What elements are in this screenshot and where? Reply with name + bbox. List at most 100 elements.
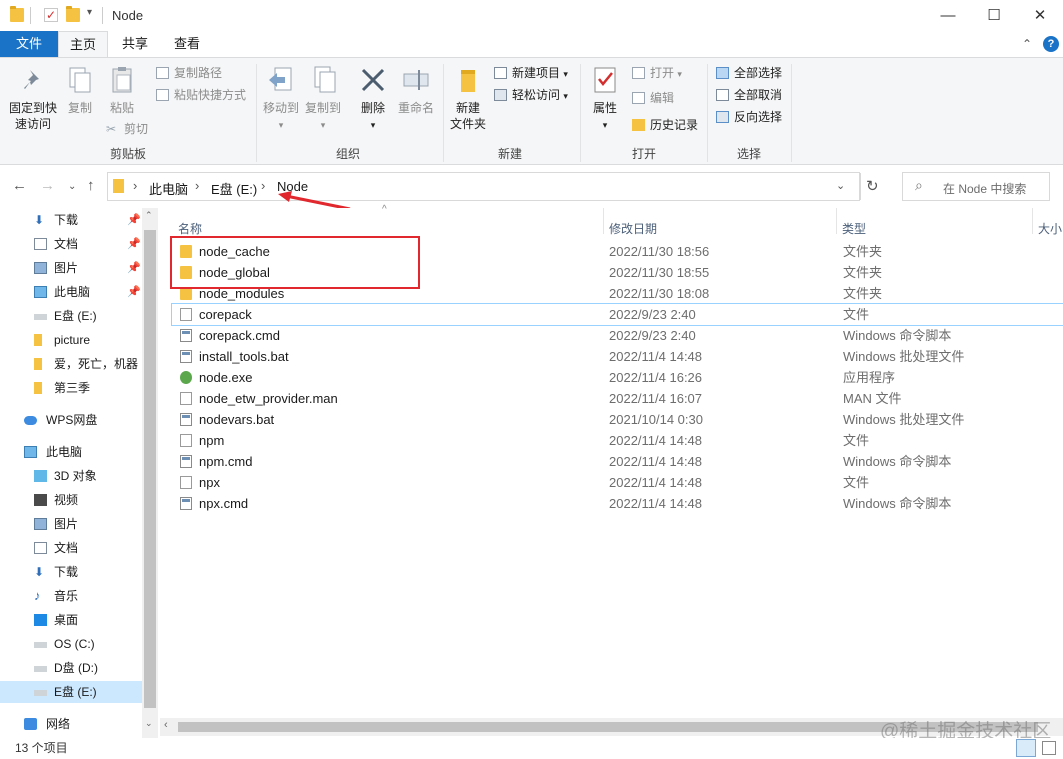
pin-icon[interactable]: 📌 [127, 281, 141, 303]
open-button[interactable]: 打开 ▾ [632, 64, 682, 82]
file-row[interactable]: corepack.cmd 2022/9/23 2:40 Windows 命令脚本 [172, 325, 1063, 346]
scroll-up-icon[interactable]: ⌃ [145, 210, 153, 221]
nav-item-this-pc-root[interactable]: 此电脑 [0, 441, 142, 463]
back-arrow-icon[interactable]: ← [12, 177, 27, 194]
file-row[interactable]: install_tools.bat 2022/11/4 14:48 Window… [172, 346, 1063, 367]
file-row[interactable]: npm.cmd 2022/11/4 14:48 Windows 命令脚本 [172, 451, 1063, 472]
maximize-button[interactable]: ☐ [971, 0, 1017, 31]
breadcrumb-drive-e[interactable]: E盘 (E:) [211, 179, 257, 198]
easy-access-button[interactable]: 轻松访问 ▾ [494, 86, 568, 104]
nav-item-pictures-2[interactable]: 图片 [0, 513, 142, 535]
file-type: Windows 命令脚本 [843, 328, 952, 343]
large-icons-view-icon[interactable] [1042, 741, 1056, 755]
file-date: 2022/11/4 14:48 [609, 433, 703, 448]
edit-button[interactable]: 编辑 [632, 89, 674, 107]
up-arrow-icon[interactable]: ↑ [87, 177, 95, 194]
column-header-size[interactable]: 大小 [1038, 220, 1062, 237]
move-to-button[interactable]: 移动到 ▾ [260, 64, 302, 133]
search-box[interactable]: ⌕ 在 Node 中搜索 [902, 172, 1050, 201]
desktop-icon [34, 614, 47, 626]
file-row[interactable]: nodevars.bat 2021/10/14 0:30 Windows 批处理… [172, 409, 1063, 430]
nav-item-documents[interactable]: 文档 📌 [0, 233, 142, 255]
paste-shortcut-button[interactable]: 粘贴快捷方式 [156, 86, 246, 104]
nav-item-downloads[interactable]: ⬇ 下载 📌 [0, 209, 142, 231]
new-folder-button[interactable]: 新建 文件夹 [446, 64, 490, 132]
scroll-left-icon[interactable]: ‹ [164, 719, 168, 731]
cut-button[interactable]: ✂ 剪切 [106, 120, 148, 138]
details-view-icon[interactable] [1016, 739, 1036, 757]
nav-item-drive-d[interactable]: D盘 (D:) [0, 657, 142, 679]
nav-item-wps-drive[interactable]: WPS网盘 [0, 409, 142, 431]
select-all-button[interactable]: 全部选择 [716, 64, 782, 82]
column-header-name[interactable]: 名称 [178, 220, 202, 237]
group-label-new: 新建 [497, 147, 522, 161]
copy-to-button[interactable]: 复制到 ▾ [302, 64, 344, 133]
column-header-date[interactable]: 修改日期 [609, 220, 657, 237]
nav-item-documents-2[interactable]: 文档 [0, 537, 142, 559]
chevron-right-icon[interactable]: › [133, 178, 137, 193]
nav-item-drive-c[interactable]: OS (C:) [0, 633, 142, 655]
nav-scrollbar-thumb[interactable] [144, 230, 156, 708]
invert-selection-button[interactable]: 反向选择 [716, 108, 782, 126]
minimize-button[interactable]: — [925, 0, 971, 31]
pin-icon[interactable]: 📌 [127, 257, 141, 279]
help-icon[interactable]: ? [1043, 36, 1059, 52]
tab-share[interactable]: 共享 [112, 31, 158, 57]
nav-item-network[interactable]: 网络 [0, 713, 142, 735]
file-row[interactable]: node_etw_provider.man 2022/11/4 16:07 MA… [172, 388, 1063, 409]
close-button[interactable]: ✕ [1017, 0, 1063, 31]
column-header-type[interactable]: 类型 [842, 220, 866, 237]
tab-view[interactable]: 查看 [164, 31, 210, 57]
properties-quick-icon[interactable]: ✓ [44, 8, 58, 22]
nav-item-season-3[interactable]: 第三季 [0, 377, 142, 399]
nav-item-pictures[interactable]: 图片 📌 [0, 257, 142, 279]
collapse-ribbon-icon[interactable]: ⌃ [1022, 37, 1032, 51]
breadcrumb-this-pc[interactable]: 此电脑 [149, 179, 188, 198]
nav-item-this-pc[interactable]: 此电脑 📌 [0, 281, 142, 303]
nav-item-drive-e[interactable]: E盘 (E:) [0, 305, 142, 327]
scroll-down-icon[interactable]: ⌄ [145, 718, 153, 729]
file-row[interactable]: npx.cmd 2022/11/4 14:48 Windows 命令脚本 [172, 493, 1063, 514]
nav-item-label: 下载 [54, 565, 79, 579]
chevron-down-icon[interactable]: ⌄ [836, 179, 845, 192]
properties-button[interactable]: 属性 ▾ [586, 64, 624, 133]
folder-icon [10, 6, 24, 22]
nav-item-love-death-robots[interactable]: 爱，死亡，机器 [0, 353, 142, 375]
nav-item-videos[interactable]: 视频 [0, 489, 142, 511]
recent-locations-icon[interactable]: ⌄ [68, 181, 76, 192]
tab-file[interactable]: 文件 [0, 31, 58, 57]
quick-access-dropdown-icon[interactable]: ▾ [87, 7, 92, 18]
copy-button[interactable]: 复制 [62, 64, 98, 116]
file-row[interactable]: corepack 2022/9/23 2:40 文件 [171, 303, 1063, 326]
nav-item-3d-objects[interactable]: 3D 对象 [0, 465, 142, 487]
tab-home[interactable]: 主页 [58, 31, 108, 57]
nav-item-drive-e-selected[interactable]: E盘 (E:) [0, 681, 142, 703]
new-item-button[interactable]: 新建项目 ▾ [494, 64, 568, 82]
pin-quick-access-button[interactable]: 固定到快 速访问 [4, 64, 62, 132]
copy-path-button[interactable]: 复制路径 [156, 64, 222, 82]
address-bar[interactable]: › 此电脑 › E盘 (E:) › Node ⌄ [107, 172, 861, 201]
file-row[interactable]: npx 2022/11/4 14:48 文件 [172, 472, 1063, 493]
nav-item-downloads-2[interactable]: ⬇ 下载 [0, 561, 142, 583]
nav-item-label: 3D 对象 [54, 469, 97, 483]
file-row[interactable]: npm 2022/11/4 14:48 文件 [172, 430, 1063, 451]
new-folder-quick-icon[interactable] [66, 6, 80, 22]
file-name: node_etw_provider.man [199, 391, 338, 406]
forward-arrow-icon[interactable]: → [40, 177, 55, 194]
file-date: 2022/9/23 2:40 [609, 328, 696, 343]
new-item-icon [494, 67, 507, 79]
paste-button[interactable]: 粘贴 [102, 64, 142, 116]
chevron-right-icon[interactable]: › [261, 178, 265, 193]
pin-icon[interactable]: 📌 [127, 233, 141, 255]
pin-icon[interactable]: 📌 [127, 209, 141, 231]
delete-button[interactable]: 删除 ▾ [354, 64, 392, 133]
select-none-button[interactable]: 全部取消 [716, 86, 782, 104]
history-button[interactable]: 历史记录 [632, 116, 698, 134]
nav-item-music[interactable]: ♪ 音乐 [0, 585, 142, 607]
nav-item-desktop[interactable]: 桌面 [0, 609, 142, 631]
chevron-right-icon[interactable]: › [195, 178, 199, 193]
file-row[interactable]: node.exe 2022/11/4 16:26 应用程序 [172, 367, 1063, 388]
nav-item-picture-folder[interactable]: picture [0, 329, 142, 351]
refresh-icon[interactable]: ↻ [866, 177, 879, 195]
rename-button[interactable]: 重命名 [394, 64, 438, 116]
